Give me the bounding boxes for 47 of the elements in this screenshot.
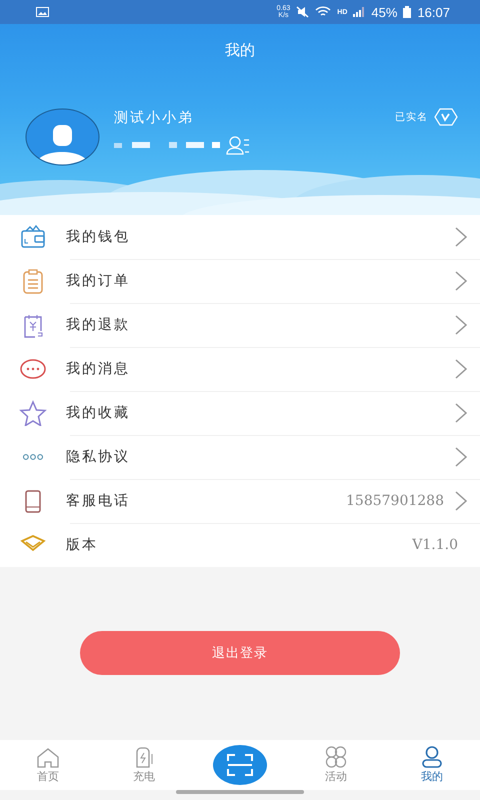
tab-item[interactable]: 充电 — [96, 746, 192, 784]
dots-icon — [23, 454, 43, 460]
person-icon — [419, 746, 445, 768]
menu-item[interactable]: 我的钱包 — [0, 215, 480, 259]
user-list-icon[interactable] — [226, 135, 250, 155]
menu-item[interactable]: 隐私协议 — [0, 435, 480, 479]
chevron-right-icon — [454, 402, 468, 424]
user-name: 测试小小弟 — [114, 109, 195, 127]
menu-label: 我的钱包 — [66, 228, 131, 246]
mute-icon — [296, 6, 310, 18]
star-icon — [18, 400, 48, 426]
scan-button[interactable] — [213, 745, 267, 785]
tab-item[interactable]: 活动 — [288, 746, 384, 784]
chevron-right-icon — [454, 270, 468, 292]
menu-item[interactable]: 我的收藏 — [0, 391, 480, 435]
chevron-right-icon — [454, 446, 468, 468]
menu-label: 我的订单 — [66, 272, 131, 290]
tab-item[interactable]: 首页 — [0, 746, 96, 784]
menu-label: 我的收藏 — [66, 404, 131, 422]
chevron-right-icon — [454, 226, 468, 248]
page-title: 我的 — [224, 41, 256, 60]
tab-item[interactable]: 我的 — [384, 746, 480, 784]
verified-badge-icon — [434, 108, 458, 126]
phone-number: 15857901288 — [346, 493, 444, 509]
verified-label: 已实名 — [395, 110, 428, 124]
signal-icon — [353, 7, 366, 17]
menu-item[interactable]: 我的订单 — [0, 259, 480, 303]
battery-percent: 45% — [371, 4, 398, 20]
menu-label: 版本 — [66, 536, 99, 554]
battery-icon — [403, 6, 412, 18]
scan-icon — [227, 754, 253, 776]
chevron-right-icon — [454, 490, 468, 512]
clock: 16:07 — [417, 4, 450, 20]
four-petals-icon — [323, 746, 349, 768]
menu-item[interactable]: 我的退款 — [0, 303, 480, 347]
menu-label: 我的消息 — [66, 360, 131, 378]
chevron-right-icon — [454, 358, 468, 380]
menu-label: 隐私协议 — [66, 448, 131, 466]
menu-label: 客服电话 — [66, 492, 131, 510]
home-icon — [35, 746, 61, 768]
version-number: V1.1.0 — [412, 537, 458, 553]
chevron-right-icon — [454, 314, 468, 336]
menu-label: 我的退款 — [66, 316, 131, 334]
menu-item[interactable]: 我的消息 — [0, 347, 480, 391]
wifi-icon — [315, 6, 332, 18]
avatar-icon[interactable] — [25, 108, 100, 166]
gallery-icon — [36, 7, 49, 17]
